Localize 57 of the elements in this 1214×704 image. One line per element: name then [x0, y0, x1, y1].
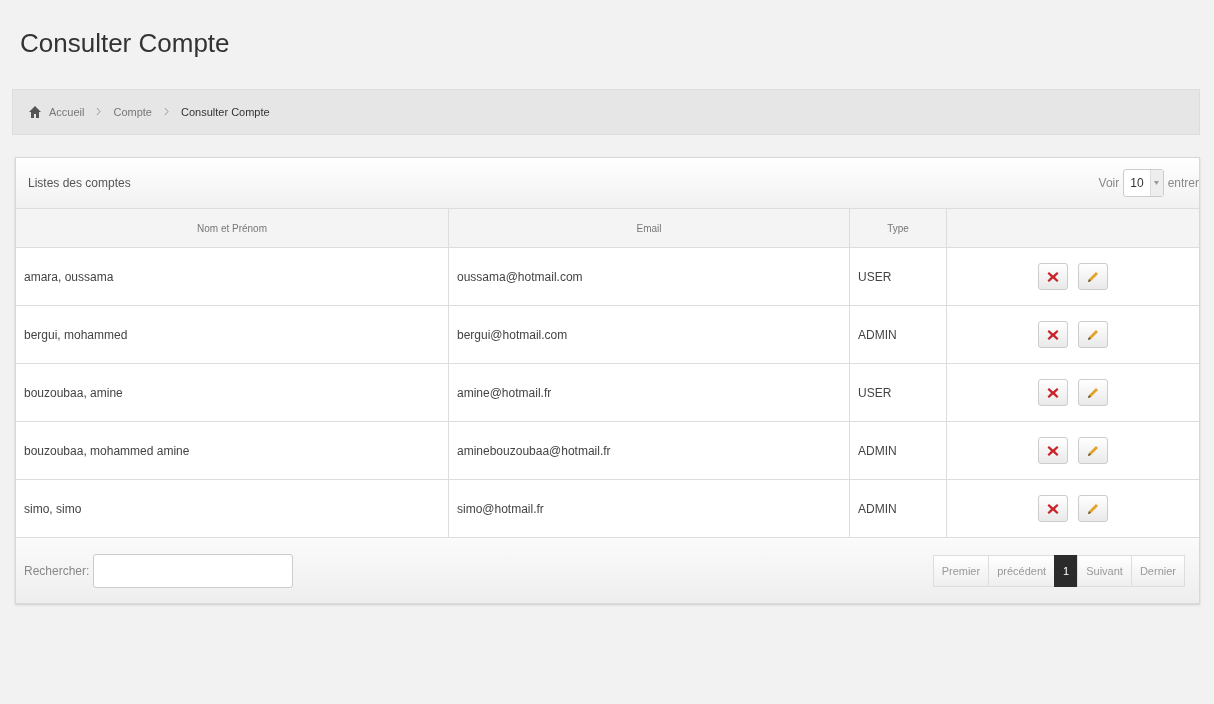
search-field[interactable]: [93, 553, 294, 588]
table-cell: amara, oussama: [16, 247, 449, 306]
table-cell: USER: [849, 363, 947, 422]
pagination-button[interactable]: Dernier: [1130, 554, 1185, 587]
cross-icon: [1047, 328, 1059, 341]
breadcrumb-current: Consulter Compte: [181, 106, 270, 118]
pencil-icon: [1087, 386, 1099, 399]
pagination-button[interactable]: précédent: [988, 554, 1056, 587]
table-cell: simo@hotmail.fr: [448, 479, 850, 538]
page-size-select[interactable]: 10: [1123, 169, 1164, 197]
delete-button[interactable]: [1038, 437, 1068, 464]
delete-button[interactable]: [1038, 495, 1068, 522]
search-label: Rechercher:: [24, 563, 90, 578]
edit-button[interactable]: [1078, 495, 1108, 522]
edit-button[interactable]: [1078, 379, 1108, 406]
length-label: Voir: [1098, 176, 1120, 190]
table-cell: ADMIN: [849, 479, 947, 538]
edit-button[interactable]: [1078, 263, 1108, 290]
table-cell: bouzoubaa, mohammed amine: [16, 421, 449, 480]
caret-icon: [1154, 181, 1160, 185]
table-cell: oussama@hotmail.com: [448, 247, 850, 306]
breadcrumb-link[interactable]: Compte: [113, 106, 152, 118]
table-cell: aminebouzoubaa@hotmail.fr: [448, 421, 850, 480]
home-icon: [29, 106, 41, 118]
cross-icon: [1047, 386, 1059, 399]
table-cell: simo, simo: [16, 479, 449, 538]
table-cell: bergui, mohammed: [16, 305, 449, 364]
pencil-icon: [1087, 270, 1099, 283]
chevron-icon: [164, 107, 169, 116]
pagination-button[interactable]: 1: [1054, 554, 1079, 587]
delete-button[interactable]: [1038, 379, 1068, 406]
delete-button[interactable]: [1038, 321, 1068, 348]
pencil-icon: [1087, 444, 1099, 457]
panel-title: Listes des comptes: [28, 176, 131, 190]
edit-button[interactable]: [1078, 321, 1108, 348]
length-label: entrer: [1167, 176, 1199, 190]
pencil-icon: [1087, 502, 1099, 515]
cross-icon: [1047, 444, 1059, 457]
column-header: Type: [849, 209, 947, 248]
table-cell: bergui@hotmail.com: [448, 305, 850, 364]
cross-icon: [1047, 502, 1059, 515]
breadcrumb-link[interactable]: Accueil: [49, 106, 85, 118]
table-cell: ADMIN: [849, 305, 947, 364]
chevron-icon: [96, 107, 102, 116]
table-cell: ADMIN: [849, 421, 947, 480]
delete-button[interactable]: [1038, 263, 1068, 290]
edit-button[interactable]: [1078, 437, 1108, 464]
table-cell: amine@hotmail.fr: [448, 363, 850, 422]
cross-icon: [1047, 270, 1059, 283]
pagination-button[interactable]: Premier: [932, 554, 990, 587]
table-cell: USER: [849, 247, 947, 306]
column-header: Email: [448, 209, 850, 248]
column-header: Nom et Prénom: [16, 209, 449, 248]
table-cell: bouzoubaa, amine: [16, 363, 449, 422]
pencil-icon: [1087, 328, 1099, 341]
page-title: Consulter Compte: [20, 28, 231, 59]
pagination-button[interactable]: Suivant: [1077, 554, 1132, 587]
